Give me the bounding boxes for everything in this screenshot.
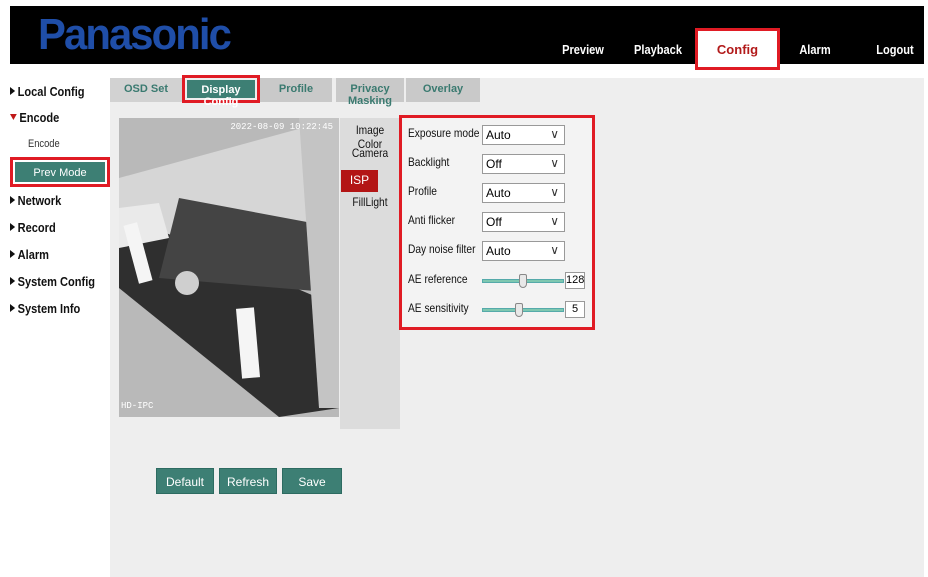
triangle-right-icon: [10, 196, 16, 204]
tab-overlay[interactable]: Overlay: [406, 78, 480, 102]
chevron-down-icon: ∨: [550, 243, 559, 257]
anti-flicker-select[interactable]: Off ∨: [482, 212, 565, 232]
tab-display-config[interactable]: Display Config: [182, 75, 260, 108]
default-button[interactable]: Default: [156, 468, 214, 494]
config-panel: OSD Set Display Config Profile Privacy M…: [110, 75, 924, 577]
sidebar-item-local-config[interactable]: Local Config: [10, 84, 85, 99]
day-noise-filter-select[interactable]: Auto ∨: [482, 241, 565, 261]
tab-profile[interactable]: Profile: [260, 78, 332, 102]
nav-playback[interactable]: Playback: [633, 42, 684, 57]
triangle-right-icon: [10, 277, 16, 285]
sidebar-item-system-info[interactable]: System Info: [10, 301, 80, 316]
sidebar-item-encode[interactable]: Encode: [10, 110, 59, 125]
sidebar-subitem-label: Prev Mode: [15, 162, 105, 182]
sidebar-item-label: Encode: [19, 110, 60, 125]
chevron-down-icon: ∨: [550, 156, 559, 170]
chevron-down-icon: ∨: [550, 214, 559, 228]
ae-sensitivity-label: AE sensitivity: [408, 301, 469, 315]
submenu-camera[interactable]: Camera: [345, 146, 396, 160]
triangle-down-icon: [10, 114, 17, 120]
ae-sensitivity-value[interactable]: 5: [565, 301, 585, 318]
video-timestamp: 2022-08-09 10:22:45: [230, 122, 333, 132]
sidebar-item-alarm[interactable]: Alarm: [10, 247, 49, 262]
nav-config-label: Config: [716, 42, 759, 57]
profile-label: Profile: [408, 184, 437, 198]
refresh-button[interactable]: Refresh: [219, 468, 277, 494]
exposure-mode-select[interactable]: Auto ∨: [482, 125, 565, 145]
select-value: Off: [486, 215, 502, 229]
sidebar-item-system-config[interactable]: System Config: [10, 274, 95, 289]
sidebar-item-label: Local Config: [17, 84, 85, 99]
sidebar-subitem-encode[interactable]: Encode: [28, 138, 60, 150]
top-header: Panasonic Preview Playback Config Alarm …: [10, 6, 924, 70]
anti-flicker-label: Anti flicker: [408, 213, 456, 227]
backlight-label: Backlight: [408, 155, 450, 169]
tab-display-config-label: Display Config: [187, 80, 255, 108]
nav-config[interactable]: Config: [695, 28, 780, 70]
sidebar-item-network[interactable]: Network: [10, 193, 61, 208]
exposure-mode-label: Exposure mode: [408, 126, 480, 140]
nav-preview[interactable]: Preview: [562, 42, 605, 57]
triangle-right-icon: [10, 250, 16, 258]
day-noise-filter-label: Day noise filter: [408, 242, 476, 256]
sidebar-item-label: Alarm: [17, 247, 49, 262]
sidebar-item-label: System Config: [17, 274, 96, 289]
isp-settings: Exposure mode Auto ∨ Backlight Off ∨ Profi…: [399, 115, 595, 330]
sidebar-subitem-prev-mode[interactable]: Prev Mode: [10, 157, 110, 187]
sidebar-item-label: System Info: [17, 301, 81, 316]
triangle-right-icon: [10, 304, 16, 312]
submenu-filllight[interactable]: FillLight: [345, 195, 396, 209]
slider-handle[interactable]: [519, 274, 527, 288]
tab-privacy-masking[interactable]: Privacy Masking: [336, 78, 404, 107]
nav-alarm[interactable]: Alarm: [794, 42, 837, 57]
ae-reference-label: AE reference: [408, 272, 468, 286]
select-value: Auto: [486, 244, 511, 258]
display-submenu: Image Color Camera ISP FillLight: [340, 118, 400, 429]
ae-reference-value[interactable]: 128: [565, 272, 585, 289]
tab-osd-set[interactable]: OSD Set: [110, 78, 182, 102]
chevron-down-icon: ∨: [550, 127, 559, 141]
profile-select[interactable]: Auto ∨: [482, 183, 565, 203]
ae-sensitivity-slider[interactable]: [482, 303, 564, 317]
triangle-right-icon: [10, 87, 16, 95]
select-value: Auto: [486, 128, 511, 142]
select-value: Auto: [486, 186, 511, 200]
camera-image: [119, 118, 339, 417]
sidebar-item-record[interactable]: Record: [10, 220, 56, 235]
triangle-right-icon: [10, 223, 16, 231]
select-value: Off: [486, 157, 502, 171]
backlight-select[interactable]: Off ∨: [482, 154, 565, 174]
save-button[interactable]: Save: [282, 468, 342, 494]
chevron-down-icon: ∨: [550, 185, 559, 199]
slider-handle[interactable]: [515, 303, 523, 317]
video-osd-label: HD-IPC: [121, 401, 154, 411]
ae-reference-slider[interactable]: [482, 274, 564, 288]
submenu-isp[interactable]: ISP: [341, 170, 378, 192]
video-preview[interactable]: 2022-08-09 10:22:45 HD-IPC: [119, 118, 339, 417]
brand-logo: Panasonic: [38, 10, 232, 59]
sidebar-item-label: Record: [17, 220, 56, 235]
sidebar-item-label: Network: [17, 193, 62, 208]
nav-logout[interactable]: Logout: [874, 42, 917, 57]
